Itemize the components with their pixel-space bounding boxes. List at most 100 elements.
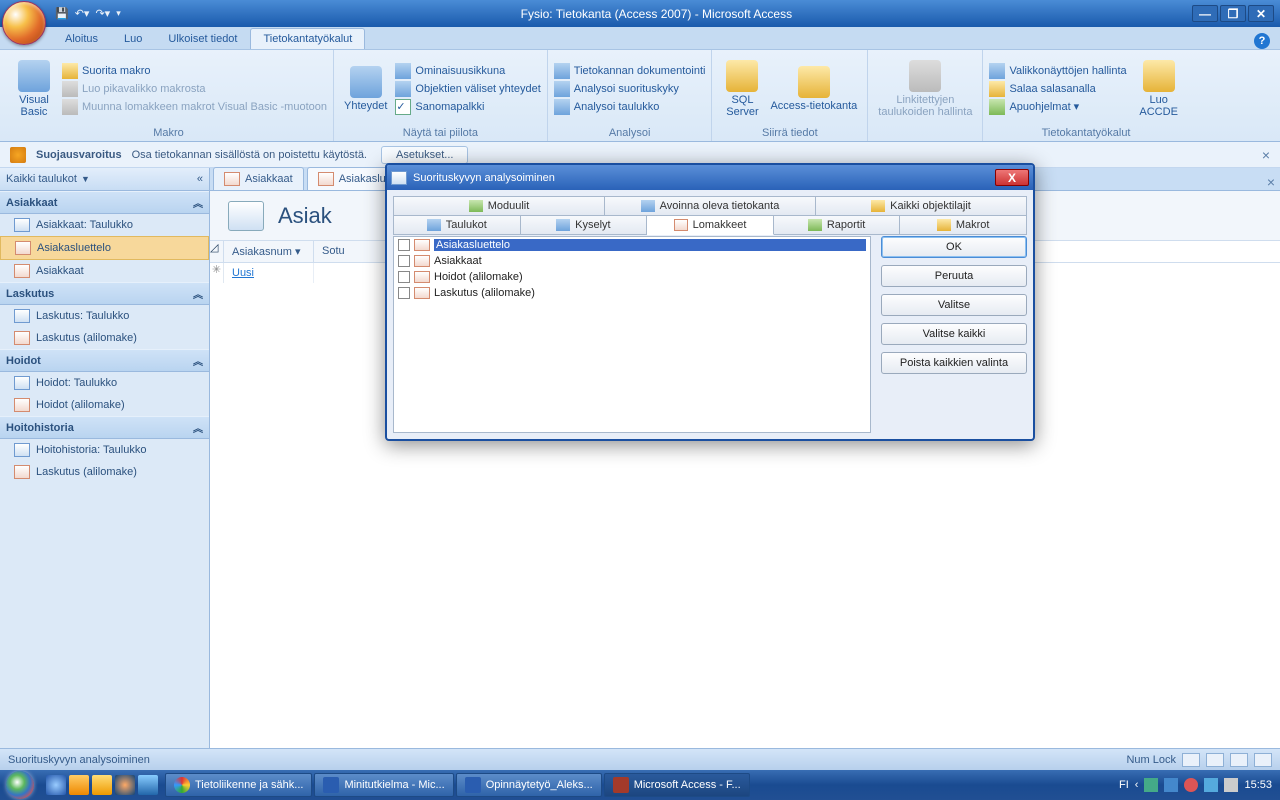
- access-icon: [798, 66, 830, 98]
- visual-basic-button[interactable]: Visual Basic: [10, 52, 58, 125]
- tray-icon[interactable]: [1184, 778, 1198, 792]
- list-item[interactable]: Asiakasluettelo: [394, 237, 870, 253]
- nav-header[interactable]: Kaikki taulukot▼ «: [0, 168, 209, 191]
- nav-item[interactable]: Hoitohistoria: Taulukko: [0, 439, 209, 461]
- redo-icon[interactable]: ↷▾: [95, 7, 110, 20]
- tab-macros[interactable]: Makrot: [900, 215, 1027, 235]
- switchboard-button[interactable]: Valikkonäyttöjen hallinta: [989, 62, 1126, 80]
- taskbar-button[interactable]: Opinnäytetyö_Aleks...: [456, 773, 602, 797]
- tray-chevron-icon[interactable]: ‹: [1135, 779, 1139, 791]
- analyze-perf-button[interactable]: Analysoi suorituskyky: [554, 80, 706, 98]
- make-accde-button[interactable]: Luo ACCDE: [1135, 52, 1183, 125]
- undo-icon[interactable]: ↶▾: [75, 7, 90, 20]
- window-title: Fysio: Tietokanta (Access 2007) - Micros…: [121, 7, 1192, 21]
- tab-reports[interactable]: Raportit: [774, 215, 901, 235]
- ok-button[interactable]: OK: [881, 236, 1027, 258]
- explorer-icon[interactable]: [69, 775, 89, 795]
- sql-server-button[interactable]: SQL Server: [718, 52, 766, 125]
- tab-modules[interactable]: Moduulit: [393, 196, 605, 216]
- cancel-button[interactable]: Peruuta: [881, 265, 1027, 287]
- view-form-button[interactable]: [1182, 753, 1200, 767]
- object-list[interactable]: Asiakasluettelo Asiakkaat Hoidot (alilom…: [393, 236, 871, 433]
- checkbox[interactable]: [398, 255, 410, 267]
- addins-button[interactable]: Apuohjelmat ▾: [989, 98, 1126, 116]
- clock[interactable]: 15:53: [1244, 779, 1272, 791]
- qat-dropdown-icon[interactable]: ▾: [116, 8, 121, 19]
- checkbox[interactable]: [398, 271, 410, 283]
- taskbar-button[interactable]: Microsoft Access - F...: [604, 773, 750, 797]
- form-icon: [414, 287, 430, 299]
- maximize-button[interactable]: ❐: [1220, 5, 1246, 22]
- taskbar-button[interactable]: Tietoliikenne ja sähk...: [165, 773, 312, 797]
- close-button[interactable]: ✕: [1248, 5, 1274, 22]
- start-button[interactable]: [0, 770, 40, 800]
- encrypt-button[interactable]: Salaa salasanalla: [989, 80, 1126, 98]
- checkbox[interactable]: [398, 287, 410, 299]
- db-documenter-button[interactable]: Tietokannan dokumentointi: [554, 62, 706, 80]
- nav-group-asiakkaat[interactable]: Asiakkaat︽: [0, 191, 209, 214]
- property-sheet-button[interactable]: Ominaisuusikkuna: [395, 62, 540, 80]
- select-all-button[interactable]: Valitse kaikki: [881, 323, 1027, 345]
- message-bar-check[interactable]: ✓Sanomapalkki: [395, 98, 540, 116]
- nav-item[interactable]: Laskutus (alilomake): [0, 461, 209, 483]
- tab-current-db[interactable]: Avoinna oleva tietokanta: [605, 196, 816, 216]
- show-desktop-icon[interactable]: [138, 775, 158, 795]
- list-item[interactable]: Asiakkaat: [394, 253, 870, 269]
- view-layout-button[interactable]: [1230, 753, 1248, 767]
- wmp-icon[interactable]: [115, 775, 135, 795]
- minimize-button[interactable]: —: [1192, 5, 1218, 22]
- tab-forms[interactable]: Lomakkeet: [647, 215, 774, 235]
- taskbar-button[interactable]: Minitutkielma - Mic...: [314, 773, 453, 797]
- list-item[interactable]: Laskutus (alilomake): [394, 285, 870, 301]
- security-options-button[interactable]: Asetukset...: [381, 146, 468, 164]
- nav-item[interactable]: Hoidot (alilomake): [0, 394, 209, 416]
- office-button[interactable]: [2, 1, 46, 45]
- list-item[interactable]: Hoidot (alilomake): [394, 269, 870, 285]
- tray-icon[interactable]: [1144, 778, 1158, 792]
- tab-all-objects[interactable]: Kaikki objektilajit: [816, 196, 1027, 216]
- dialog-close-button[interactable]: X: [995, 169, 1029, 186]
- nav-group-laskutus[interactable]: Laskutus︽: [0, 282, 209, 305]
- run-macro-button[interactable]: Suorita makro: [62, 62, 327, 80]
- tab-dbtools[interactable]: Tietokantatyökalut: [250, 28, 365, 49]
- ie-icon[interactable]: [46, 775, 66, 795]
- close-tab-icon[interactable]: ×: [1267, 174, 1275, 190]
- select-button[interactable]: Valitse: [881, 294, 1027, 316]
- tab-home[interactable]: Aloitus: [52, 28, 111, 49]
- object-deps-button[interactable]: Objektien väliset yhteydet: [395, 80, 540, 98]
- close-icon[interactable]: ×: [1262, 147, 1270, 163]
- nav-item[interactable]: Asiakkaat: Taulukko: [0, 214, 209, 236]
- nav-item[interactable]: Asiakasluettelo: [0, 236, 209, 260]
- doc-tab[interactable]: Asiakkaat: [213, 167, 304, 190]
- volume-icon[interactable]: [1224, 778, 1238, 792]
- nav-item[interactable]: Laskutus (alilomake): [0, 327, 209, 349]
- analyze-table-button[interactable]: Analysoi taulukko: [554, 98, 706, 116]
- help-icon[interactable]: ?: [1254, 33, 1270, 49]
- relationships-button[interactable]: Yhteydet: [340, 52, 391, 125]
- nav-group-hoitohistoria[interactable]: Hoitohistoria︽: [0, 416, 209, 439]
- dialog-titlebar[interactable]: Suorituskyvyn analysoiminen X: [387, 165, 1033, 190]
- save-icon[interactable]: 💾: [55, 7, 69, 20]
- tab-create[interactable]: Luo: [111, 28, 155, 49]
- new-link[interactable]: Uusi: [232, 267, 254, 279]
- tab-external[interactable]: Ulkoiset tiedot: [155, 28, 250, 49]
- tab-tables[interactable]: Taulukot: [393, 215, 521, 235]
- language-indicator[interactable]: FI: [1119, 779, 1129, 791]
- nav-item[interactable]: Laskutus: Taulukko: [0, 305, 209, 327]
- nav-group-hoidot[interactable]: Hoidot︽: [0, 349, 209, 372]
- row-selector-header[interactable]: ◿: [210, 241, 224, 262]
- tray-icon[interactable]: [1164, 778, 1178, 792]
- collapse-icon[interactable]: «: [197, 173, 203, 185]
- nav-item[interactable]: Hoidot: Taulukko: [0, 372, 209, 394]
- nav-item[interactable]: Asiakkaat: [0, 260, 209, 282]
- addin-icon: [989, 99, 1005, 115]
- mail-icon[interactable]: [92, 775, 112, 795]
- view-design-button[interactable]: [1254, 753, 1272, 767]
- view-datasheet-button[interactable]: [1206, 753, 1224, 767]
- tab-queries[interactable]: Kyselyt: [521, 215, 648, 235]
- checkbox[interactable]: [398, 239, 410, 251]
- access-db-button[interactable]: Access-tietokanta: [766, 52, 861, 125]
- deselect-all-button[interactable]: Poista kaikkien valinta: [881, 352, 1027, 374]
- column-header[interactable]: Asiakasnum ▾: [224, 241, 314, 262]
- network-icon[interactable]: [1204, 778, 1218, 792]
